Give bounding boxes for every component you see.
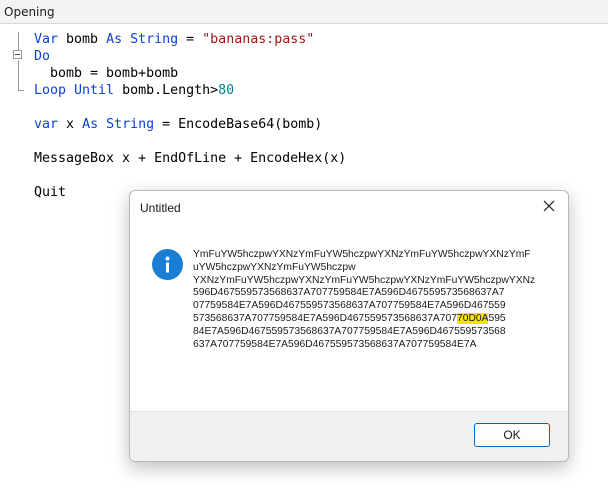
code-text: bomb [58,32,107,47]
code-text: = [178,32,203,47]
close-icon[interactable] [536,195,562,217]
ok-button[interactable]: OK [474,423,550,447]
code-line-1[interactable]: Var bomb As String = "bananas:pass" [34,31,314,48]
fold-guide-end [18,90,24,91]
message-line: YmFuYW5hczpwYXNzYmFuYW5hczpwYXNzYmFuYW5h… [193,249,531,260]
message-line: 637A707759584E7A596D467559573568637A7077… [193,338,477,350]
window-title: Opening [4,5,55,19]
fold-toggle-icon[interactable] [13,50,22,59]
keyword: var [34,117,59,132]
message-text: 595 [488,312,506,324]
message-line: 596D467559573568637A707759584E7A596D4675… [193,287,505,299]
dialog-footer: OK [130,411,568,461]
message-dialog: Untitled YmFuYW5hczpwYXNzYmFuYW5hczpwYXN… [129,190,569,462]
code-text: = EncodeBase64(bomb) [154,117,323,132]
code-line-7[interactable]: Quit [34,184,66,201]
message-line-highlighted: 573568637A707759584E7A596D46755957356863… [193,312,541,326]
code-line-5[interactable]: var x As String = EncodeBase64(bomb) [34,116,322,133]
keyword: Var [34,32,59,47]
code-line-2[interactable]: Do [34,48,50,65]
code-text: Quit [34,185,67,200]
dialog-message: YmFuYW5hczpwYXNzYmFuYW5hczpwYXNzYmFuYW5h… [193,249,541,351]
string-literal: "bananas:pass" [202,32,315,47]
message-text: 573568637A707759584E7A596D46755957356863… [193,312,457,324]
keyword: As String [106,32,179,47]
code-text: bomb.Length> [114,83,219,98]
fold-guide-inner [18,60,19,90]
keyword: Loop Until [34,83,115,98]
message-line: YXNzYmFuYW5hczpwYXNzYmFuYW5hczpwYXNzYmFu… [193,274,536,286]
keyword: Do [34,49,51,64]
code-text: bomb = bomb+bomb [34,66,179,81]
message-line: uYW5hczpwYXNzYmFuYW5hczpw [193,261,356,273]
message-line: 07759584E7A596D467559573568637A707759584… [193,300,506,312]
message-line: 84E7A596D467559573568637A707759584E7A596… [193,325,506,337]
info-icon [152,249,183,280]
code-line-3[interactable]: bomb = bomb+bomb [34,65,178,82]
code-text: MessageBox x + EndOfLine + EncodeHex(x) [34,151,347,166]
dialog-title: Untitled [140,201,181,215]
number-literal: 80 [218,83,235,98]
code-text: x [58,117,83,132]
window-title-bar: Opening [0,0,608,24]
text-highlight: 70D0A [456,312,489,324]
code-line-4[interactable]: Loop Until bomb.Length>80 [34,82,234,99]
keyword: As String [82,117,155,132]
code-line-6[interactable]: MessageBox x + EndOfLine + EncodeHex(x) [34,150,346,167]
